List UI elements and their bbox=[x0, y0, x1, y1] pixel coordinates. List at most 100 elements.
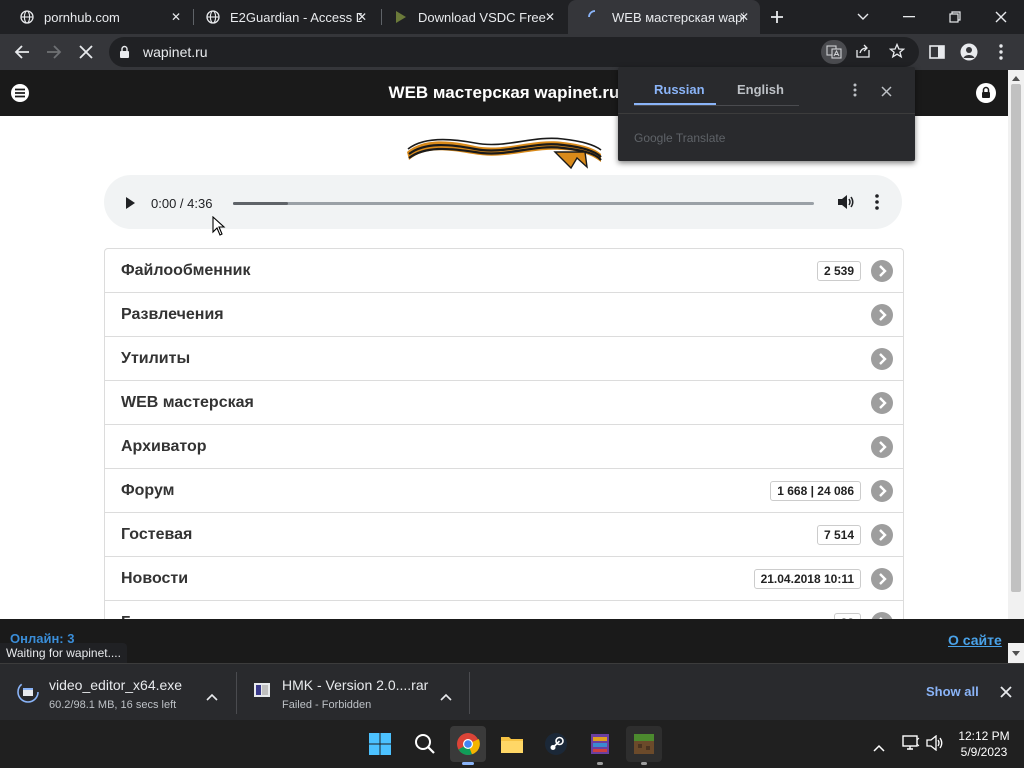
menu-item-entertainment[interactable]: Развлечения bbox=[105, 293, 903, 337]
menu-item-label: Новости bbox=[121, 570, 189, 587]
globe-icon bbox=[206, 10, 220, 24]
menu-item-forum[interactable]: Форум 1 668 | 24 086 bbox=[105, 469, 903, 513]
scrollbar-thumb[interactable] bbox=[1011, 84, 1021, 592]
chevron-up-icon[interactable] bbox=[206, 688, 218, 706]
tab-close-icon[interactable]: ✕ bbox=[168, 9, 184, 25]
more-options-icon[interactable] bbox=[875, 194, 879, 215]
clock-time[interactable]: 12:12 PM bbox=[956, 729, 1012, 743]
language-tab-russian[interactable]: Russian bbox=[654, 82, 705, 97]
show-all-button[interactable]: Show all bbox=[926, 684, 979, 699]
menu-item-label: Гостевая bbox=[121, 526, 193, 543]
network-icon[interactable] bbox=[902, 735, 920, 756]
bookmark-star-icon[interactable] bbox=[888, 42, 906, 64]
about-link[interactable]: О сайте bbox=[948, 632, 1002, 648]
translate-popup: Russian English Google Translate bbox=[618, 67, 915, 161]
arrow-right-icon bbox=[871, 348, 893, 370]
back-icon[interactable] bbox=[8, 38, 36, 66]
play-icon[interactable] bbox=[125, 196, 135, 214]
menu-item-label: Утилиты bbox=[121, 350, 191, 367]
running-app-indicator bbox=[641, 762, 647, 765]
download-bar: video_editor_x64.exe 60.2/98.1 MB, 16 se… bbox=[0, 663, 1024, 720]
winrar-icon[interactable] bbox=[582, 726, 618, 765]
arrow-right-icon bbox=[871, 480, 893, 502]
tab-pornhub[interactable]: pornhub.com ✕ bbox=[0, 0, 192, 34]
steam-icon[interactable] bbox=[538, 726, 574, 762]
tab-e2guardian[interactable]: E2Guardian - Access Denied ✕ bbox=[186, 0, 378, 34]
volume-icon[interactable] bbox=[837, 194, 855, 215]
close-window-icon[interactable] bbox=[978, 0, 1024, 34]
vsdc-icon bbox=[394, 10, 408, 24]
archive-file-icon bbox=[253, 681, 271, 704]
menu-item-label: Форум bbox=[121, 482, 175, 499]
google-translate-brand: Google Translate bbox=[634, 131, 726, 145]
stop-loading-icon[interactable] bbox=[72, 38, 100, 66]
tab-vsdc[interactable]: Download VSDC Free Video Editor ✕ bbox=[374, 0, 566, 34]
menu-item-utilities[interactable]: Утилиты bbox=[105, 337, 903, 381]
tab-title: WEB мастерская wapinet.ru bbox=[612, 9, 744, 25]
globe-icon bbox=[20, 10, 34, 24]
tab-divider bbox=[634, 105, 799, 106]
language-tab-english[interactable]: English bbox=[737, 82, 784, 97]
tab-search-icon[interactable] bbox=[840, 0, 886, 34]
system-tray-chevron-icon[interactable] bbox=[873, 739, 885, 757]
menu-item-fileshare[interactable]: Файлообменник 2 539 bbox=[105, 249, 903, 293]
taskbar: 12:12 PM 5/9/2023 bbox=[0, 720, 1024, 768]
forward-icon[interactable] bbox=[40, 38, 68, 66]
menu-list: Файлообменник 2 539 Развлечения Утилиты W… bbox=[104, 248, 904, 619]
arrow-right-icon bbox=[871, 524, 893, 546]
site-footer: Онлайн: 3 О сайте bbox=[0, 619, 1024, 663]
login-lock-icon[interactable] bbox=[976, 83, 996, 108]
menu-item-news[interactable]: Новости 21.04.2018 10:11 bbox=[105, 557, 903, 601]
chrome-icon[interactable] bbox=[450, 726, 486, 765]
menu-item-web-workshop[interactable]: WEB мастерская bbox=[105, 381, 903, 425]
seek-slider[interactable] bbox=[233, 202, 814, 205]
windows-start-icon[interactable] bbox=[362, 726, 398, 762]
tab-strip: pornhub.com ✕ E2Guardian - Access Denied… bbox=[0, 0, 1024, 34]
screen: pornhub.com ✕ E2Guardian - Access Denied… bbox=[0, 0, 1024, 768]
menu-item-archiver[interactable]: Архиватор bbox=[105, 425, 903, 469]
download-status-text: Failed - Forbidden bbox=[282, 699, 372, 711]
status-bubble: Waiting for wapinet.... bbox=[0, 643, 127, 663]
menu-kebab-icon[interactable] bbox=[987, 38, 1015, 66]
download-progress-text: 60.2/98.1 MB, 16 secs left bbox=[49, 699, 177, 711]
chevron-up-icon[interactable] bbox=[440, 688, 452, 706]
scroll-up-icon[interactable] bbox=[1012, 76, 1020, 81]
scroll-down-icon[interactable] bbox=[1012, 651, 1020, 656]
tab-close-icon[interactable]: ✕ bbox=[542, 9, 558, 25]
arrow-right-icon bbox=[871, 260, 893, 282]
close-icon[interactable] bbox=[1000, 685, 1012, 703]
side-panel-icon[interactable] bbox=[923, 38, 951, 66]
date-badge: 21.04.2018 10:11 bbox=[753, 569, 861, 589]
translate-icon[interactable] bbox=[821, 40, 847, 64]
profile-icon[interactable] bbox=[955, 38, 983, 66]
count-badge: 1 668 | 24 086 bbox=[770, 481, 861, 501]
clock-date[interactable]: 5/9/2023 bbox=[956, 745, 1012, 759]
popup-divider bbox=[618, 113, 915, 114]
installer-file-icon bbox=[17, 681, 39, 708]
search-icon[interactable] bbox=[407, 726, 443, 762]
share-icon[interactable] bbox=[855, 43, 871, 64]
running-app-indicator bbox=[597, 762, 603, 765]
tab-close-icon[interactable]: ✕ bbox=[736, 9, 752, 25]
download-item[interactable]: video_editor_x64.exe 60.2/98.1 MB, 16 se… bbox=[0, 664, 236, 721]
tab-title: Download VSDC Free Video Editor bbox=[418, 9, 550, 25]
menu-item-partial[interactable]: Г88 bbox=[105, 601, 903, 619]
restore-icon[interactable] bbox=[932, 0, 978, 34]
tab-wapinet[interactable]: WEB мастерская wapinet.ru ✕ bbox=[568, 0, 760, 34]
scroll-down-area[interactable] bbox=[1008, 643, 1024, 663]
browser-toolbar: wapinet.ru bbox=[0, 34, 1024, 70]
menu-item-label: WEB мастерская bbox=[121, 394, 254, 411]
minimize-icon[interactable] bbox=[886, 0, 932, 34]
menu-item-guestbook[interactable]: Гостевая 7 514 bbox=[105, 513, 903, 557]
lock-icon[interactable] bbox=[119, 45, 130, 63]
volume-icon[interactable] bbox=[926, 734, 944, 756]
download-item[interactable]: HMK - Version 2.0....rar Failed - Forbid… bbox=[237, 664, 469, 721]
minecraft-icon[interactable] bbox=[626, 726, 662, 765]
translate-options-icon[interactable] bbox=[853, 83, 857, 102]
address-bar[interactable]: wapinet.ru bbox=[109, 37, 919, 67]
close-icon[interactable] bbox=[881, 84, 892, 102]
file-explorer-icon[interactable] bbox=[494, 726, 530, 762]
new-tab-icon[interactable] bbox=[763, 3, 791, 31]
page-scrollbar[interactable] bbox=[1008, 70, 1024, 619]
tab-close-icon[interactable]: ✕ bbox=[354, 9, 370, 25]
